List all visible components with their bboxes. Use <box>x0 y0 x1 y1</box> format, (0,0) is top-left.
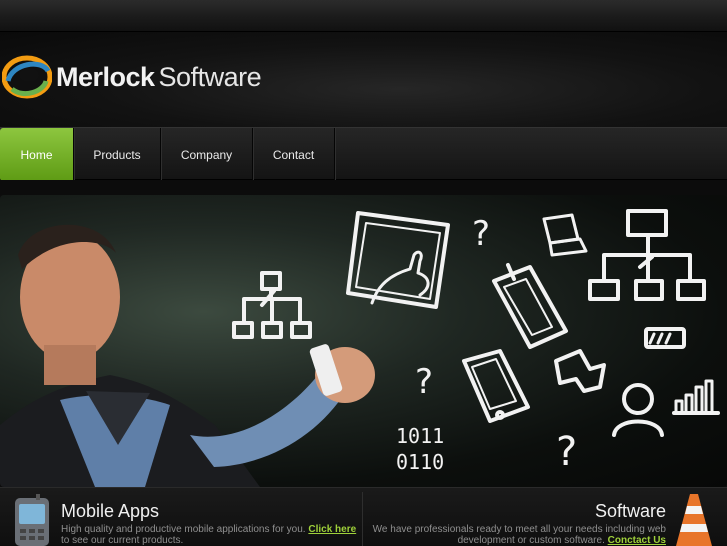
org-chart-icon <box>588 209 706 301</box>
question-mark-icon: ? <box>472 214 490 254</box>
mobile-apps-desc-2: to see our current products. <box>61 535 184 546</box>
click-here-link[interactable]: Click here <box>308 524 356 535</box>
hero-banner: ? ? ? 1011 0110 <box>0 195 727 487</box>
question-mark-icon: ? <box>556 429 577 475</box>
software-desc-2: development or custom software. <box>457 535 608 546</box>
user-icon <box>612 383 664 437</box>
binary-line-1: 1011 <box>396 424 444 448</box>
contact-us-link[interactable]: Conctact Us <box>608 535 666 546</box>
org-chart-icon <box>232 271 312 339</box>
site-logo[interactable]: Merlock Software <box>2 54 262 100</box>
header: Merlock Software <box>0 32 727 127</box>
brand-name-bold: Merlock <box>56 61 155 92</box>
brand-name-light: Software <box>158 61 262 92</box>
question-mark-icon: ? <box>415 362 433 402</box>
nav-company[interactable]: Company <box>161 128 253 181</box>
panel-divider <box>362 492 363 546</box>
mobile-apps-text: High quality and productive mobile appli… <box>61 524 361 546</box>
battery-icon <box>644 327 686 349</box>
laptop-icon <box>542 213 588 257</box>
logo-swirl-icon <box>2 55 52 99</box>
mobile-apps-desc: High quality and productive mobile appli… <box>61 524 309 535</box>
tablet-device-icon <box>462 349 530 423</box>
feature-panels: Mobile Apps High quality and productive … <box>0 487 727 546</box>
phone-icon <box>15 494 49 546</box>
nav-contact[interactable]: Contact <box>253 128 335 181</box>
hero-illustration: ? ? ? 1011 0110 <box>0 209 720 487</box>
tablet-icon <box>346 211 450 309</box>
main-nav: Home Products Company Contact <box>0 127 727 181</box>
traffic-cone-icon <box>676 494 712 546</box>
mobile-apps-title: Mobile Apps <box>61 501 160 521</box>
bar-chart-icon <box>672 379 720 415</box>
spacer <box>0 180 727 195</box>
puzzle-icon <box>554 349 606 393</box>
binary-line-2: 0110 <box>396 450 444 474</box>
software-title: Software <box>594 501 666 521</box>
nav-products[interactable]: Products <box>74 128 161 181</box>
man-figure <box>0 224 375 487</box>
nav-home[interactable]: Home <box>0 128 74 181</box>
brand-name: Merlock Software <box>56 61 262 92</box>
software-desc: We have professionals ready to meet all … <box>372 524 666 535</box>
mobile-phone-icon <box>492 263 568 349</box>
software-text: We have professionals ready to meet all … <box>366 524 666 546</box>
top-bar <box>0 0 727 32</box>
